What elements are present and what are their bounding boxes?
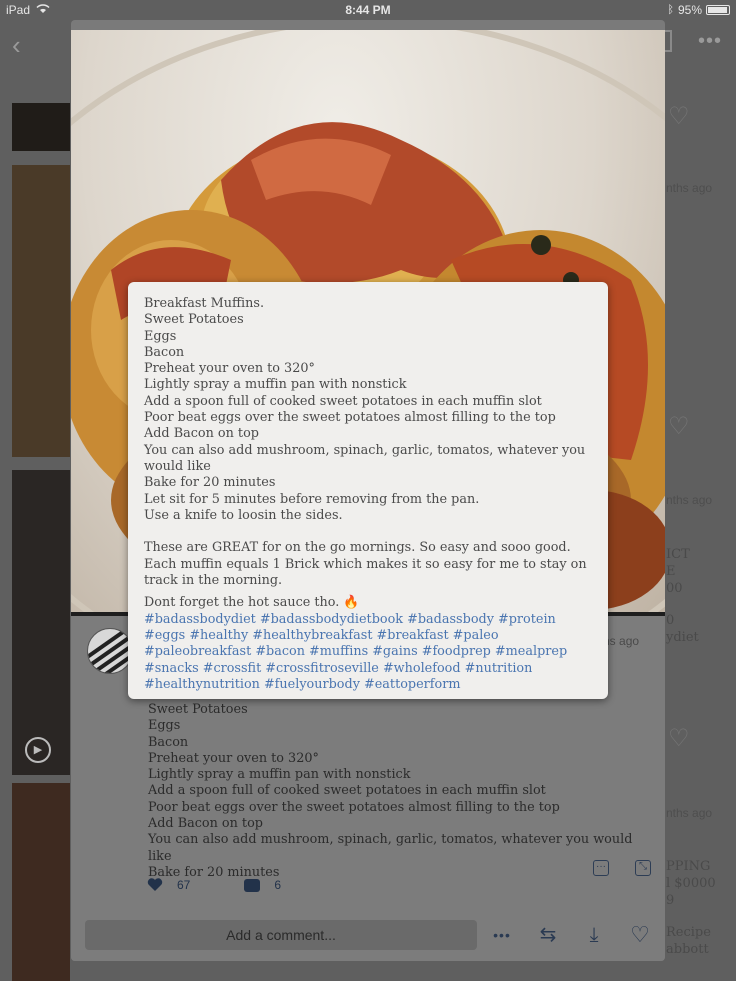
battery-icon bbox=[706, 5, 730, 15]
comment-input[interactable]: Add a comment... bbox=[85, 920, 477, 950]
popup-hashtags[interactable]: #badassbodydiet #badassbodydietbook #bad… bbox=[144, 612, 592, 693]
ellipsis-icon[interactable]: ••• bbox=[489, 922, 515, 948]
avatar[interactable] bbox=[87, 628, 133, 674]
comment-bubble-icon[interactable] bbox=[244, 878, 261, 892]
like-count: 67 bbox=[177, 878, 191, 892]
background-pin-3[interactable] bbox=[12, 470, 70, 775]
bg-time-ago-2: nths ago bbox=[666, 493, 713, 507]
bg-side-text-3: 00 bbox=[666, 581, 683, 596]
status-time: 8:44 PM bbox=[345, 3, 391, 17]
popup-closing: Dont forget the hot sauce tho. 🔥 bbox=[144, 595, 360, 611]
bg-side-text-9: Recipe bbox=[666, 925, 711, 940]
back-icon[interactable]: ‹ bbox=[12, 30, 21, 61]
bg-side-text-6: PPING bbox=[666, 859, 711, 874]
background-pin-2[interactable] bbox=[12, 165, 70, 457]
repin-icon[interactable]: ⇆ bbox=[535, 922, 561, 948]
bg-side-text-4: 0 bbox=[666, 613, 675, 628]
bg-side-text-2: E bbox=[666, 564, 676, 579]
bg-heart-icon-3[interactable]: ♡ bbox=[668, 724, 694, 752]
heart-icon[interactable] bbox=[147, 878, 163, 892]
more-text-icon[interactable]: ··· bbox=[593, 860, 609, 876]
battery-percent: 95% bbox=[677, 3, 702, 17]
more-options-icon[interactable]: ••• bbox=[698, 30, 722, 53]
like-button-icon[interactable]: ♡ bbox=[627, 922, 653, 948]
bg-side-text-5: ydiet bbox=[666, 630, 699, 645]
bg-heart-icon-2[interactable]: ♡ bbox=[668, 412, 694, 440]
background-pin-1[interactable] bbox=[12, 103, 70, 151]
popup-body: Breakfast Muffins. Sweet Potatoes Eggs B… bbox=[144, 296, 587, 589]
status-bar: iPad 8:44 PM ᛒ 95% bbox=[0, 0, 736, 20]
bg-time-ago-3: nths ago bbox=[666, 806, 713, 820]
download-icon[interactable]: ⤓ bbox=[581, 922, 607, 948]
play-icon[interactable]: ▶ bbox=[25, 737, 51, 763]
collapse-icon[interactable]: ⤡ bbox=[635, 860, 651, 876]
bg-side-text-1: ICT bbox=[666, 547, 690, 562]
bluetooth-icon: ᛒ bbox=[667, 4, 674, 16]
status-right: ᛒ 95% bbox=[667, 3, 730, 17]
bg-side-text-10: abbott bbox=[666, 942, 709, 957]
bg-side-text-7: l $0000 bbox=[666, 876, 716, 891]
pin-description: Sweet Potatoes Eggs Bacon Preheat your o… bbox=[148, 702, 633, 880]
bg-time-ago-1: nths ago bbox=[666, 181, 713, 195]
comment-count: 6 bbox=[274, 878, 282, 892]
background-pin-4[interactable] bbox=[12, 783, 70, 981]
bg-side-text-8: 9 bbox=[666, 893, 675, 908]
description-popup[interactable]: Breakfast Muffins. Sweet Potatoes Eggs B… bbox=[128, 282, 608, 699]
bg-heart-icon-1[interactable]: ♡ bbox=[668, 102, 694, 130]
pin-stats: 67 6 bbox=[147, 878, 281, 892]
